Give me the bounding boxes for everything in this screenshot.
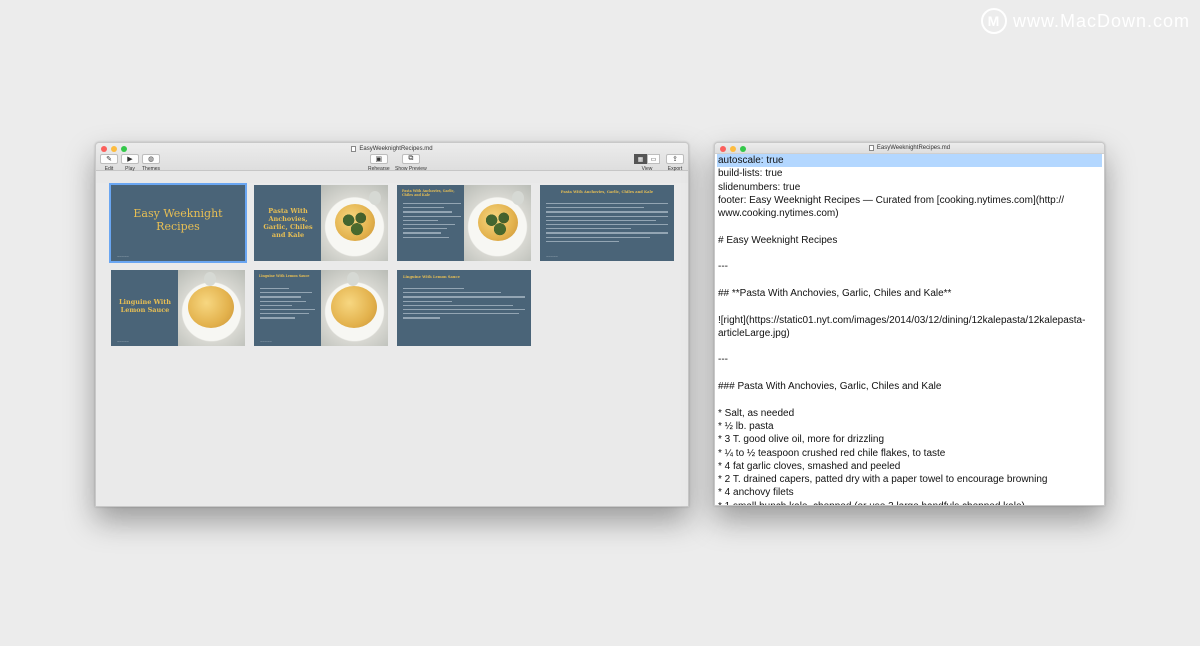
editor-line[interactable]: ## **Pasta With Anchovies, Garlic, Chile… bbox=[717, 287, 1102, 300]
editor-line[interactable]: articleLarge.jpg) bbox=[717, 327, 1102, 340]
editor-line[interactable]: www.cooking.nytimes.com) bbox=[717, 207, 1102, 220]
slide-thumbnail[interactable]: Linguine With Lemon Sauce bbox=[397, 270, 531, 346]
editor-line[interactable]: --- bbox=[717, 260, 1102, 273]
slide-thumbnail[interactable]: Pasta With Anchovies, Garlic, Chiles and… bbox=[540, 185, 674, 261]
editor-line[interactable]: slidenumbers: true bbox=[717, 181, 1102, 194]
view-control[interactable]: ▦ ▭ View bbox=[634, 154, 660, 172]
editor-line[interactable] bbox=[717, 393, 1102, 406]
editor-line[interactable]: * 2 T. drained capers, patted dry with a… bbox=[717, 473, 1102, 486]
editor-line[interactable]: ### Pasta With Anchovies, Garlic, Chiles… bbox=[717, 380, 1102, 393]
themes-button[interactable]: ◍ Themes bbox=[142, 154, 160, 172]
editor-line[interactable]: build-lists: true bbox=[717, 167, 1102, 180]
editor-line[interactable]: footer: Easy Weeknight Recipes — Curated… bbox=[717, 194, 1102, 207]
editor-line[interactable]: * 4 anchovy filets bbox=[717, 486, 1102, 499]
export-button[interactable]: ⇪ Export bbox=[666, 154, 684, 172]
show-preview-label: Show Preview bbox=[395, 166, 427, 172]
editor-line[interactable] bbox=[717, 274, 1102, 287]
document-icon bbox=[351, 145, 357, 152]
minimize-window-button[interactable] bbox=[730, 146, 736, 152]
slide-footer: ••••••••••••••••• bbox=[117, 256, 129, 258]
palette-icon: ◍ bbox=[142, 154, 161, 164]
zoom-window-button[interactable] bbox=[121, 146, 127, 152]
share-icon: ⇪ bbox=[666, 154, 684, 164]
window-controls bbox=[720, 146, 746, 152]
editor-line[interactable]: * 3 T. good olive oil, more for drizzlin… bbox=[717, 433, 1102, 446]
pasta-kale-image bbox=[321, 185, 388, 261]
ingredient-list bbox=[260, 288, 318, 322]
slide-thumbnail[interactable]: Linguine With Lemon Sauce ••••••••••••••… bbox=[111, 270, 245, 346]
slide-thumbnail[interactable]: Pasta With Anchovies, Garlic, Chiles and… bbox=[254, 185, 388, 261]
slide-title: Easy Weeknight Recipes bbox=[133, 207, 223, 233]
pasta-kale-image bbox=[464, 185, 531, 261]
play-icon: ▶ bbox=[121, 154, 139, 164]
editor-line[interactable]: * Salt, as needed bbox=[717, 407, 1102, 420]
deckset-window: EasyWeeknightRecipes.md ✎ Edit ▶ Play ◍ … bbox=[95, 142, 689, 507]
themes-label: Themes bbox=[142, 166, 161, 172]
play-label: Play bbox=[125, 166, 135, 172]
editor-line[interactable]: autoscale: true bbox=[717, 154, 1102, 168]
linguine-image bbox=[178, 270, 245, 346]
slide-thumbnail[interactable]: Pasta With Anchovies, Garlic, Chiles and… bbox=[397, 185, 531, 261]
view-label: View bbox=[641, 166, 653, 172]
close-window-button[interactable] bbox=[101, 146, 107, 152]
play-button[interactable]: ▶ Play bbox=[121, 154, 139, 172]
editor-line[interactable]: --- bbox=[717, 353, 1102, 366]
editor-line[interactable]: * ½ lb. pasta bbox=[717, 420, 1102, 433]
window-controls bbox=[101, 146, 127, 152]
document-icon bbox=[868, 145, 874, 151]
slide-footer: ••••••••••••••••• bbox=[546, 256, 558, 258]
close-window-button[interactable] bbox=[720, 146, 726, 152]
export-label: Export bbox=[667, 166, 683, 172]
slide-title: Pasta With Anchovies, Garlic, Chiles and… bbox=[263, 207, 313, 239]
preview-icon: ⧉ bbox=[401, 154, 420, 164]
edit-button[interactable]: ✎ Edit bbox=[100, 154, 118, 172]
rehearse-label: Rehearse bbox=[368, 166, 390, 172]
slide-title: Linguine With Lemon Sauce bbox=[259, 274, 310, 278]
slide-footer: ••••••••••••••••• bbox=[117, 341, 129, 343]
recipe-steps bbox=[546, 203, 668, 245]
slide-title: Pasta With Anchovies, Garlic, Chiles and… bbox=[560, 190, 654, 194]
editor-line[interactable]: ![right](https://static01.nyt.com/images… bbox=[717, 314, 1102, 327]
toolbar: EasyWeeknightRecipes.md ✎ Edit ▶ Play ◍ … bbox=[96, 143, 688, 172]
editor-window-title: EasyWeeknightRecipes.md bbox=[876, 145, 951, 151]
ingredient-list bbox=[403, 203, 461, 241]
macdown-logo-icon: M bbox=[980, 8, 1007, 34]
watermark-text: www.MacDown.com bbox=[1012, 10, 1190, 31]
editor-line[interactable]: * 1 small bunch kale, chopped (or use 3 … bbox=[717, 500, 1102, 505]
edit-label: Edit bbox=[104, 166, 114, 172]
minimize-window-button[interactable] bbox=[111, 146, 117, 152]
editor-titlebar: EasyWeeknightRecipes.md bbox=[715, 143, 1104, 154]
pencil-icon: ✎ bbox=[100, 154, 118, 164]
watermark: M www.MacDown.com bbox=[980, 8, 1190, 34]
editor-line[interactable]: * ¼ to ½ teaspoon crushed red chile flak… bbox=[717, 447, 1102, 460]
recipe-steps bbox=[403, 288, 525, 322]
slide-footer: ••••••••••••••••• bbox=[260, 341, 272, 343]
markdown-editor[interactable]: autoscale: true build-lists: true slidenum… bbox=[717, 154, 1102, 505]
deckset-titlebar: EasyWeeknightRecipes.md bbox=[96, 143, 688, 154]
slide-thumbnail[interactable]: Linguine With Lemon Sauce ••••••••••••••… bbox=[254, 270, 388, 346]
slide-gallery: Easy Weeknight Recipes •••••••••••••••••… bbox=[96, 183, 688, 506]
show-preview-button[interactable]: ⧉ Show Preview bbox=[395, 154, 427, 172]
editor-line[interactable]: * 4 fat garlic cloves, smashed and peele… bbox=[717, 460, 1102, 473]
editor-line[interactable] bbox=[717, 247, 1102, 260]
slide-title: Pasta With Anchovies, Garlic, Chiles and… bbox=[402, 189, 455, 197]
editor-line[interactable] bbox=[717, 220, 1102, 233]
slide-title: Linguine With Lemon Sauce bbox=[403, 275, 460, 279]
slide-thumbnail[interactable]: Easy Weeknight Recipes ••••••••••••••••• bbox=[109, 183, 247, 263]
editor-window: EasyWeeknightRecipes.md autoscale: true b… bbox=[714, 142, 1105, 506]
presenter-icon: ▣ bbox=[369, 154, 388, 164]
linguine-image bbox=[321, 270, 388, 346]
rehearse-button[interactable]: ▣ Rehearse bbox=[368, 154, 390, 172]
zoom-window-button[interactable] bbox=[740, 146, 746, 152]
deckset-window-title: EasyWeeknightRecipes.md bbox=[359, 145, 433, 152]
editor-line[interactable] bbox=[717, 340, 1102, 353]
editor-line[interactable] bbox=[717, 367, 1102, 380]
slide-view-icon[interactable]: ▭ bbox=[647, 154, 660, 164]
editor-line[interactable] bbox=[717, 300, 1102, 313]
slide-title: Linguine With Lemon Sauce bbox=[118, 298, 171, 314]
editor-line[interactable]: # Easy Weeknight Recipes bbox=[717, 234, 1102, 247]
grid-view-icon[interactable]: ▦ bbox=[634, 154, 647, 164]
